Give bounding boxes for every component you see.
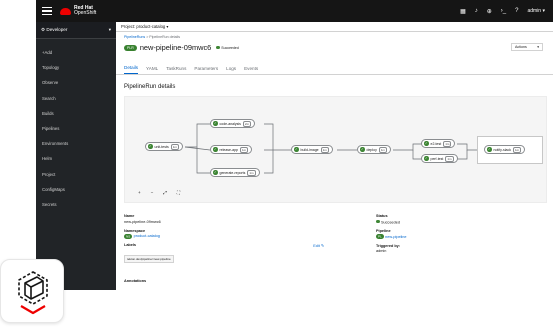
masthead: Red Hat OpenShift ▦ ♪ ⊕ ›_ ? admin ▾ <box>36 0 553 22</box>
check-circle-icon: ✓ <box>360 147 365 152</box>
sidebar-item-topology[interactable]: Topology <box>36 60 116 75</box>
tab-logs[interactable]: Logs <box>226 66 236 74</box>
app-launcher-icon[interactable]: ▦ <box>460 8 466 15</box>
page-title: new-pipeline-09mwc6 <box>139 43 212 52</box>
pencil-icon: ✎ <box>320 244 324 248</box>
brand-product: OpenShift <box>74 10 97 16</box>
check-circle-icon: ✓ <box>487 147 492 152</box>
section-title: PipelineRun details <box>124 84 176 90</box>
actions-dropdown[interactable]: Actions ▾ <box>511 43 543 51</box>
check-circle-icon: ✓ <box>424 141 429 146</box>
caret-down-icon: ▾ <box>166 24 169 29</box>
zoom-in-icon[interactable]: + <box>138 190 141 195</box>
graph-zoom-controls: + − ⤢ ⛶ <box>138 190 180 195</box>
sidebar-item-add[interactable]: +Add <box>36 45 116 60</box>
project-selector[interactable]: Project: product-catalog ▾ <box>116 22 553 32</box>
sidebar-item-project[interactable]: Project <box>36 167 116 182</box>
task-node-generate-reports[interactable]: ✓ generate-reports 1m <box>210 168 260 177</box>
pipeline-badge: PL <box>376 234 384 239</box>
success-status-icon <box>216 45 220 50</box>
pipeline-label: Pipeline <box>376 229 391 233</box>
page-header: PipelineRuns > PipelineRun details PLR n… <box>116 32 553 52</box>
tab-taskruns[interactable]: TaskRuns <box>166 66 186 74</box>
cube-logo-icon <box>18 271 48 315</box>
details-right-column: Status Succeeded Pipeline PL new-pipeline… <box>376 209 526 253</box>
task-node-build-image[interactable]: ✓ build-image 1m <box>291 145 333 154</box>
main-content: Project: product-catalog ▾ PipelineRuns … <box>116 22 553 290</box>
details-left-column: Name new-pipeline-09mwc6 Namespace NS pro… <box>124 209 324 283</box>
name-value: new-pipeline-09mwc6 <box>124 219 161 224</box>
breadcrumb-current: PipelineRun details <box>149 35 181 39</box>
developer-icon: ⚙ <box>41 27 46 32</box>
name-label: Name <box>124 214 135 218</box>
breadcrumb: PipelineRuns > PipelineRun details <box>124 35 181 39</box>
reset-view-icon[interactable]: ⛶ <box>177 190 180 195</box>
tab-events[interactable]: Events <box>244 66 258 74</box>
tab-details[interactable]: Details <box>124 65 139 74</box>
check-circle-icon: ✓ <box>213 170 218 175</box>
status-label: Status <box>376 214 388 218</box>
sidebar-item-secrets[interactable]: Secrets <box>36 197 116 212</box>
sidebar-item-search[interactable]: Search <box>36 91 116 106</box>
help-icon[interactable]: ? <box>515 8 518 14</box>
tab-yaml[interactable]: YAML <box>146 66 158 74</box>
fit-to-screen-icon[interactable]: ⤢ <box>163 190 167 195</box>
tab-bar: Details YAML TaskRuns Parameters Logs Ev… <box>116 62 553 75</box>
check-circle-icon: ✓ <box>148 144 153 149</box>
sidebar-item-environments[interactable]: Environments <box>36 136 116 151</box>
app-logo-tile <box>0 259 64 323</box>
sidebar-item-builds[interactable]: Builds <box>36 106 116 121</box>
task-node-release-app[interactable]: ✓ release-app 1m <box>210 145 253 154</box>
redhat-hat-icon <box>60 7 71 15</box>
task-node-code-analysis[interactable]: ✓ code-analysis 2m <box>210 119 256 128</box>
task-node-notify-slack[interactable]: ✓ notify-slack 1m <box>484 145 526 154</box>
task-node-deploy[interactable]: ✓ deploy 1m <box>357 145 391 154</box>
task-node-unit-tests[interactable]: ✓ unit-tests 1m <box>145 142 183 151</box>
check-circle-icon: ✓ <box>294 147 299 152</box>
triggered-by-label: Triggered by: <box>376 243 401 248</box>
sidebar-item-pipelines[interactable]: Pipelines <box>36 121 116 136</box>
sidebar-item-helm[interactable]: Helm <box>36 151 116 166</box>
namespace-link[interactable]: product-catalog <box>134 234 160 238</box>
perspective-switcher[interactable]: ⚙ Developer ▾ <box>36 22 116 39</box>
annotations-label: Annotations <box>124 279 147 283</box>
console-window: Red Hat OpenShift ▦ ♪ ⊕ ›_ ? admin ▾ ⚙ D… <box>36 0 553 290</box>
task-node-e2e-tests[interactable]: ✓ e2-test 1m <box>421 139 456 148</box>
notifications-bell-icon[interactable]: ♪ <box>475 8 478 14</box>
status-value: Succeeded <box>381 220 400 224</box>
pipeline-link[interactable]: new-pipeline <box>385 235 406 239</box>
pipeline-graph[interactable]: ✓ unit-tests 1m ✓ code-analysis 2m ✓ rel… <box>124 96 547 203</box>
check-circle-icon: ✓ <box>213 147 218 152</box>
breadcrumb-pipelineruns-link[interactable]: PipelineRuns <box>124 35 145 39</box>
status-badge: Succeeded <box>216 46 239 50</box>
tab-parameters[interactable]: Parameters <box>194 66 218 74</box>
chevron-down-icon: ▾ <box>108 27 111 32</box>
import-plus-icon[interactable]: ⊕ <box>487 8 492 15</box>
user-menu[interactable]: admin ▾ <box>527 8 545 14</box>
brand-logo[interactable]: Red Hat OpenShift <box>60 5 97 17</box>
namespace-badge: NS <box>124 233 133 239</box>
terminal-icon[interactable]: ›_ <box>501 8 506 14</box>
check-circle-icon: ✓ <box>424 156 429 161</box>
labels-label: Labels <box>124 243 137 247</box>
hamburger-menu-icon[interactable] <box>42 7 52 15</box>
masthead-toolbar: ▦ ♪ ⊕ ›_ ? admin ▾ <box>460 0 545 22</box>
check-circle-icon: ✓ <box>213 121 218 126</box>
caret-down-icon: ▾ <box>537 45 539 49</box>
task-node-perf-test[interactable]: ✓ perf-test 1m <box>421 154 458 163</box>
label-chip: tekton.dev/pipeline=new-pipeline <box>124 255 174 263</box>
namespace-label: Namespace <box>124 228 146 233</box>
edit-labels-link[interactable]: Edit ✎ <box>313 243 324 248</box>
zoom-out-icon[interactable]: − <box>151 190 154 195</box>
resource-badge: PLR <box>124 44 137 51</box>
sidebar-item-configmaps[interactable]: ConfigMaps <box>36 182 116 197</box>
triggered-by-value: admin <box>376 249 387 253</box>
sidebar-item-observe[interactable]: Observe <box>36 75 116 90</box>
sidebar: ⚙ Developer ▾ +Add Topology Observe Sear… <box>36 22 116 290</box>
success-status-icon <box>376 219 380 223</box>
